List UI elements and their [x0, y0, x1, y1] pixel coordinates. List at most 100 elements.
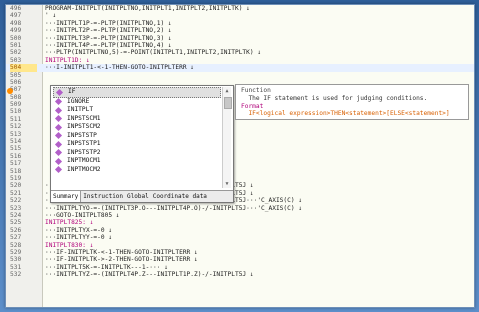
code-editor[interactable]: 496 PROGRAM-INITPLT(INITPLTNO,INITPLT1,IN…: [5, 4, 475, 308]
code-text: ···INITPLT5K-=-INITPLTK---1-··· ↓: [45, 263, 168, 271]
line-number: 517: [10, 160, 22, 168]
code-line[interactable]: 503 INITPLT1D: ↓: [6, 57, 474, 64]
code-text: INITPLT830: ↓: [45, 241, 94, 249]
keyword-icon: [54, 114, 63, 123]
line-number: 519: [10, 174, 22, 182]
autocomplete-item[interactable]: INITPLT: [53, 106, 221, 115]
autocomplete-item[interactable]: INPTMOCM1: [53, 157, 221, 166]
line-number: 528: [10, 241, 22, 249]
code-line[interactable]: 524 ···GOTO-INITPLT805 ↓: [6, 212, 474, 219]
tooltip-title: Function: [241, 87, 271, 94]
code-line[interactable]: 529 ···IF-INITPLTK-<-1-THEN-GOTO-INITPLTE…: [6, 249, 474, 256]
autocomplete-item[interactable]: INPSTSCM2: [53, 123, 221, 132]
code-line[interactable]: 504 ···I-INITPLT1-<-1-THEN-GOTO-INITPLTER…: [6, 64, 474, 72]
code-line[interactable]: 531 ···INITPLT5K-=-INITPLTK---1-··· ↓: [6, 264, 474, 271]
code-text: ···INITPLTYZ-=-(INITPLT4P.Z---INITPLT1P.…: [45, 271, 254, 279]
autocomplete-item[interactable]: IGNORE: [53, 98, 221, 107]
tab-instruction[interactable]: Instruction: [81, 191, 125, 202]
code-text: ···I-INITPLT1-<-1-THEN-GOTO-INITPLTERR ↓: [45, 64, 195, 72]
line-number: 497: [10, 12, 22, 20]
code-text: ···INITPLT4P-=-PLTP(INITPLTNO,4) ↓: [45, 41, 172, 49]
autocomplete-tabs: Summary Instruction Global Coordinate data: [51, 190, 233, 202]
code-line[interactable]: 497 ' ↓: [6, 12, 474, 19]
code-text: ···PLTP(INITPLTNO,5)-=-POINT(INITPLT1,IN…: [45, 49, 262, 57]
line-number: 523: [10, 204, 22, 212]
line-number: 512: [10, 123, 22, 131]
autocomplete-popup[interactable]: IF IGNORE INITPLT INPSTSCM1 INPSTSCM2 INPSTST…: [50, 85, 234, 203]
autocomplete-item[interactable]: INPTMOCM2: [53, 166, 221, 175]
code-line[interactable]: 530 ···IF-INITPLTK->-2-THEN-GOTO-INITPLTE…: [6, 256, 474, 263]
line-number: 515: [10, 145, 22, 153]
code-line[interactable]: 528 INITPLT830: ↓: [6, 242, 474, 249]
autocomplete-item[interactable]: INPSTSTP1: [53, 140, 221, 149]
line-number: 508: [10, 93, 22, 101]
autocomplete-item-label: INPSTSCM2: [67, 123, 101, 130]
line-number: 516: [10, 152, 22, 160]
autocomplete-item-label: INPSTSTP: [67, 131, 97, 139]
line-number: 521: [10, 189, 22, 197]
line-number: 504: [10, 64, 37, 72]
breakpoint-marker[interactable]: [7, 88, 13, 94]
scroll-down-icon[interactable]: ▼: [223, 180, 231, 188]
tooltip-format-label: Format: [241, 102, 264, 110]
code-line[interactable]: 499 ···INITPLT2P-=-PLTP(INITPLTNO,2) ↓: [6, 27, 474, 34]
code-text: ···INITPLT1P-=-PLTP(INITPLTNO,1) ↓: [45, 19, 172, 27]
keyword-icon: [54, 106, 63, 114]
window-frame: 496 PROGRAM-INITPLT(INITPLTNO,INITPLT1,IN…: [0, 0, 479, 312]
autocomplete-item-label: INPSTSCM1: [67, 114, 101, 122]
function-tooltip: Function The IF statement is used for ju…: [235, 84, 469, 120]
code-line[interactable]: 496 PROGRAM-INITPLT(INITPLTNO,INITPLT1,IN…: [6, 5, 474, 12]
keyword-icon: [54, 165, 63, 174]
tab-global[interactable]: Global: [125, 191, 151, 202]
code-text: ···INITPLT2P-=-PLTP(INITPLTNO,2) ↓: [45, 27, 172, 35]
tooltip-description: The IF statement is used for judging con…: [248, 94, 428, 102]
scroll-up-icon[interactable]: ▲: [223, 87, 231, 95]
code-text: ···GOTO-INITPLT805 ↓: [45, 211, 120, 219]
line-number: 505: [10, 71, 22, 79]
line-number: 511: [10, 115, 22, 123]
keyword-icon: [55, 88, 64, 96]
autocomplete-scrollbar[interactable]: ▲ ▼: [222, 87, 232, 188]
code-line[interactable]: 498 ···INITPLT1P-=-PLTP(INITPLTNO,1) ↓: [6, 20, 474, 27]
code-line[interactable]: 523 ···INITPLTYO-=-(INITPLT3P.O---INITPLT…: [6, 205, 474, 212]
code-line[interactable]: 527 ···INITPLTYY-=-0 ↓: [6, 234, 474, 241]
autocomplete-item[interactable]: INPSTSCM1: [53, 115, 221, 124]
line-number: 520: [10, 182, 22, 190]
code-line[interactable]: 525 INITPLT825: ↓: [6, 219, 474, 226]
code-text: ···IF-INITPLTK-<-1-THEN-GOTO-INITPLTERR …: [45, 248, 198, 256]
line-number: 509: [10, 101, 22, 109]
line-number: 526: [10, 226, 22, 234]
code-line[interactable]: 532 ···INITPLTYZ-=-(INITPLT4P.Z---INITPLT…: [6, 271, 474, 278]
code-text: ' ↓: [45, 12, 57, 20]
code-line[interactable]: 502 ···PLTP(INITPLTNO,5)-=-POINT(INITPLT1…: [6, 49, 474, 56]
autocomplete-item-label: INPTMOCM2: [67, 165, 101, 173]
tab-summary[interactable]: Summary: [51, 191, 82, 202]
code-text: ···IF-INITPLTK->-2-THEN-GOTO-INITPLTERR …: [45, 256, 198, 264]
tab-coordinate-data[interactable]: Coordinate data: [151, 191, 209, 202]
code-line[interactable]: 526 ···INITPLTYX-=-0 ↓: [6, 227, 474, 234]
keyword-icon: [54, 131, 63, 140]
autocomplete-item-label: INITPLT: [67, 106, 94, 113]
line-number: 531: [10, 263, 22, 271]
keyword-icon: [54, 140, 63, 148]
line-number: 501: [10, 41, 22, 49]
autocomplete-item-label: INPSTSTP1: [67, 140, 101, 147]
code-text: ···INITPLTYY-=-0 ↓: [45, 234, 113, 242]
line-number: 506: [10, 78, 22, 86]
autocomplete-item[interactable]: INPSTSTP2: [53, 149, 221, 158]
code-line[interactable]: 501 ···INITPLT4P-=-PLTP(INITPLTNO,4) ↓: [6, 42, 474, 49]
code-line[interactable]: 500 ···INITPLT3P-=-PLTP(INITPLTNO,3) ↓: [6, 35, 474, 42]
code-line[interactable]: 505: [6, 72, 474, 79]
scroll-thumb[interactable]: [224, 97, 232, 109]
line-number: 530: [10, 256, 22, 264]
code-text: PROGRAM-INITPLT(INITPLTNO,INITPLT1,INITP…: [45, 5, 250, 12]
autocomplete-item-label: INPTMOCM1: [67, 157, 101, 164]
autocomplete-list[interactable]: IF IGNORE INITPLT INPSTSCM1 INPSTSCM2 INPSTST…: [53, 87, 221, 174]
autocomplete-item[interactable]: IF: [53, 87, 221, 98]
autocomplete-item[interactable]: INPSTSTP: [53, 132, 221, 141]
autocomplete-item-label: INPSTSTP2: [67, 148, 101, 156]
line-number: 522: [10, 197, 22, 205]
keyword-icon: [54, 148, 63, 157]
line-number: 500: [10, 34, 22, 42]
line-number: 524: [10, 211, 22, 219]
